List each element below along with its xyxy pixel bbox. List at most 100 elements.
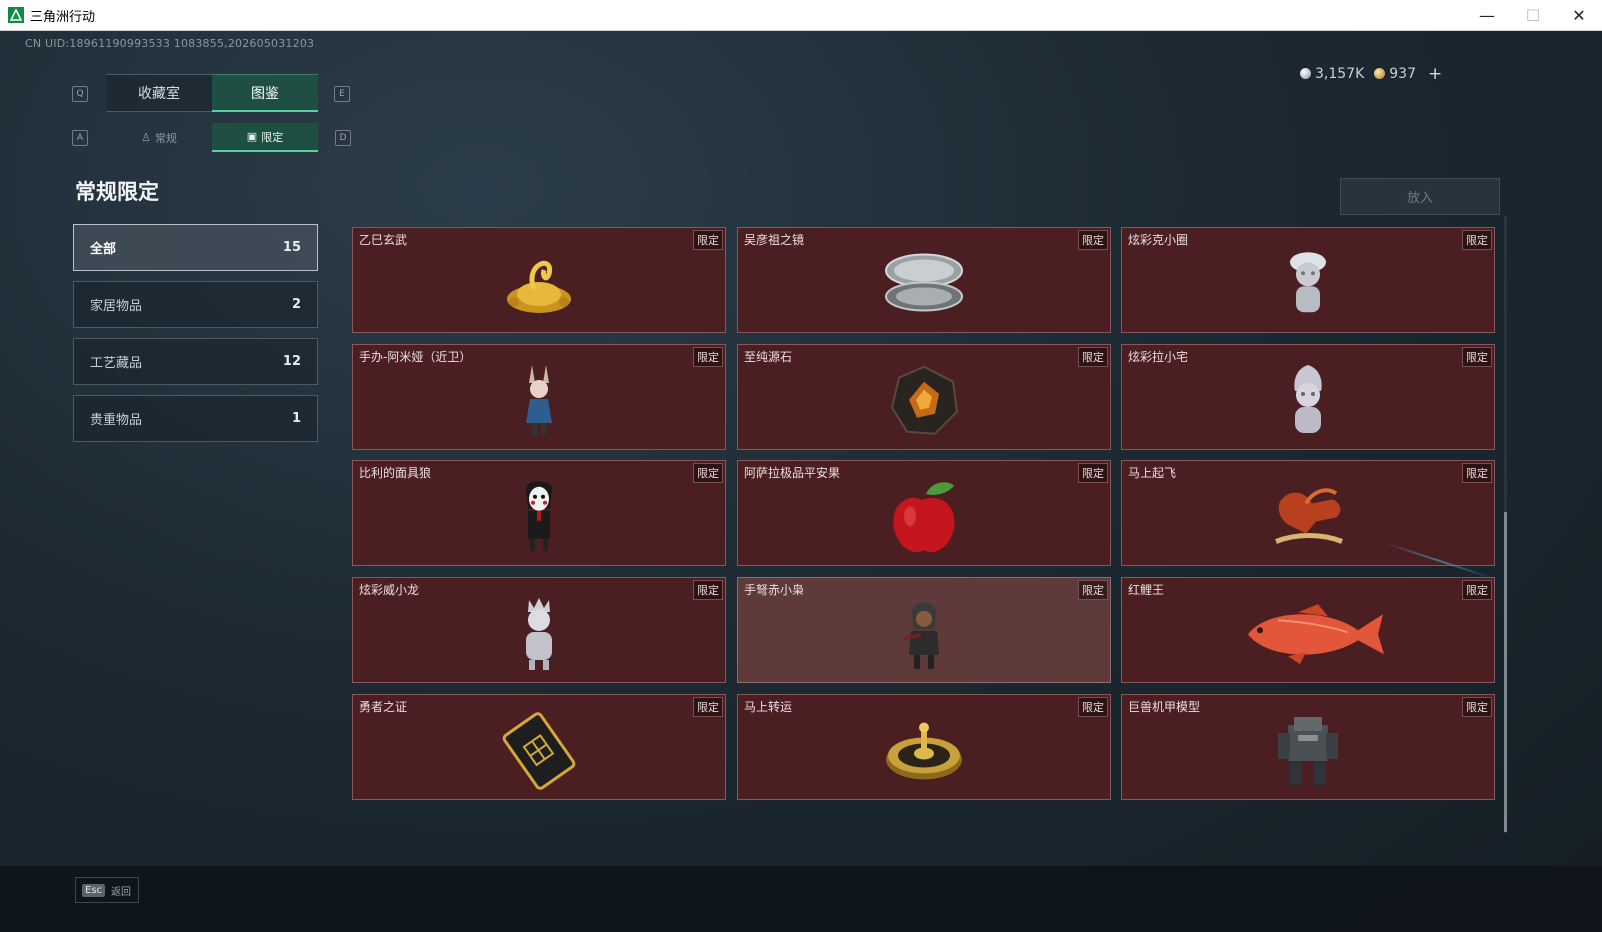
chrome-figurine-icon (1294, 365, 1322, 433)
amiya-figure-icon (526, 365, 552, 435)
golden-wheel-icon (886, 722, 962, 780)
gold-amount: 937 (1389, 66, 1416, 82)
chrome-figurine-icon (1290, 252, 1326, 313)
limited-badge: 限定 (1462, 463, 1492, 483)
item-name: 勇者之证 (359, 700, 408, 714)
limited-badge: 限定 (1078, 230, 1108, 250)
item-card[interactable]: 比利的面具狼 限定 (352, 460, 726, 566)
item-card[interactable]: 马上起飞 限定 (1121, 460, 1495, 566)
limited-badge: 限定 (1462, 580, 1492, 600)
tab-regular-label: 常规 (154, 131, 177, 145)
category-label: 家居物品 (90, 299, 143, 314)
top-tabs: 收藏室 图鉴 (106, 74, 318, 112)
place-button[interactable]: 放入 (1340, 178, 1500, 215)
gold-coin-icon (1374, 68, 1386, 79)
item-name: 炫彩威小龙 (359, 583, 420, 597)
red-apple-icon (893, 482, 955, 553)
category-count: 12 (282, 354, 301, 369)
item-card[interactable]: 巨兽机甲模型 限定 (1121, 694, 1495, 800)
scrollbar-thumb[interactable] (1504, 512, 1507, 832)
category-label: 贵重物品 (90, 413, 143, 428)
bottom-bar (0, 866, 1602, 932)
item-name: 炫彩拉小宅 (1128, 350, 1189, 364)
item-name: 红鲤王 (1128, 583, 1165, 597)
item-name: 至纯源石 (744, 350, 793, 364)
lamp-icon: ♙ (141, 131, 151, 144)
chrome-figurine-icon (526, 598, 552, 670)
key-hint-e: E (334, 86, 350, 102)
limited-badge: 限定 (693, 347, 723, 367)
limited-badge: 限定 (1078, 697, 1108, 717)
mech-model-icon (1278, 717, 1338, 785)
item-name: 马上起飞 (1128, 466, 1177, 480)
page-title: 常规限定 (75, 180, 159, 204)
item-card[interactable]: 至纯源石 限定 (737, 344, 1111, 450)
limited-badge: 限定 (693, 697, 723, 717)
add-currency-button[interactable]: + (1428, 64, 1442, 84)
item-card[interactable]: 乙巳玄武 限定 (352, 227, 726, 333)
limited-badge: 限定 (1078, 463, 1108, 483)
key-hint-a: A (72, 130, 88, 146)
esc-key: Esc (82, 883, 106, 897)
limited-badge: 限定 (1078, 347, 1108, 367)
category-count: 1 (291, 411, 301, 426)
back-label: 返回 (111, 886, 132, 898)
category-all[interactable]: 全部 15 (73, 224, 318, 271)
item-card[interactable]: 手办-阿米娅（近卫） 限定 (352, 344, 726, 450)
item-card[interactable]: 勇者之证 限定 (352, 694, 726, 800)
category-count: 15 (282, 240, 301, 255)
gold-currency: 937 (1374, 66, 1416, 82)
category-crafts[interactable]: 工艺藏品 12 (73, 338, 318, 385)
item-card[interactable]: 阿萨拉极品平安果 限定 (737, 460, 1111, 566)
item-name: 马上转运 (744, 700, 793, 714)
back-button[interactable]: Esc 返回 (75, 877, 139, 903)
category-valuables[interactable]: 贵重物品 1 (73, 395, 318, 442)
limited-badge: 限定 (693, 580, 723, 600)
item-card[interactable]: 炫彩拉小宅 限定 (1121, 344, 1495, 450)
limited-badge: 限定 (1078, 580, 1108, 600)
item-card[interactable]: 吴彦祖之镜 限定 (737, 227, 1111, 333)
key-hint-d: D (335, 130, 351, 146)
golden-serpent-turtle-icon (507, 260, 571, 313)
silver-coin-icon (1300, 68, 1311, 79)
item-name: 手弩赤小枭 (744, 583, 805, 597)
item-card[interactable]: 红鲤王 限定 (1121, 577, 1495, 683)
item-card[interactable]: 炫彩威小龙 限定 (352, 577, 726, 683)
close-button[interactable]: ✕ (1556, 0, 1602, 30)
limited-badge: 限定 (693, 230, 723, 250)
tab-limited-label: 限定 (261, 130, 284, 144)
category-label: 全部 (90, 242, 117, 257)
item-name: 比利的面具狼 (359, 466, 432, 480)
flying-horse-icon (1275, 488, 1343, 544)
tab-regular[interactable]: ♙ 常规 (106, 123, 212, 152)
app-logo-icon (8, 7, 24, 23)
item-name: 阿萨拉极品平安果 (744, 466, 841, 480)
item-card[interactable]: 手弩赤小枭 限定 (737, 577, 1111, 683)
item-name: 乙巳玄武 (359, 233, 408, 247)
limited-badge: 限定 (1462, 697, 1492, 717)
category-count: 2 (291, 297, 301, 312)
limited-badge: 限定 (1462, 230, 1492, 250)
maximize-button[interactable]: ☐ (1510, 0, 1556, 30)
tab-limited[interactable]: ▣ 限定 (212, 123, 318, 152)
limited-badge: 限定 (693, 463, 723, 483)
currency-bar: 3,157K 937 + (1300, 62, 1510, 86)
sub-tabs: ♙ 常规 ▣ 限定 (106, 123, 318, 152)
key-hint-q: Q (72, 86, 88, 102)
crossbow-figure-icon (902, 602, 939, 669)
uid-label: CN UID:18961190993533 1083855,2026050312… (25, 37, 315, 50)
window-title: 三角洲行动 (30, 9, 96, 25)
tab-catalog[interactable]: 图鉴 (212, 74, 318, 112)
tab-collection-room[interactable]: 收藏室 (106, 74, 212, 112)
item-name: 巨兽机甲模型 (1128, 700, 1201, 714)
item-card[interactable]: 马上转运 限定 (737, 694, 1111, 800)
silver-currency: 3,157K (1300, 66, 1364, 82)
item-name: 炫彩克小圈 (1128, 233, 1189, 247)
item-name: 吴彦祖之镜 (744, 233, 805, 247)
item-card[interactable]: 炫彩克小圈 限定 (1121, 227, 1495, 333)
category-household[interactable]: 家居物品 2 (73, 281, 318, 328)
category-label: 工艺藏品 (90, 356, 143, 371)
limited-badge: 限定 (1462, 347, 1492, 367)
picture-icon: ▣ (246, 130, 258, 143)
minimize-button[interactable]: — (1464, 0, 1510, 30)
